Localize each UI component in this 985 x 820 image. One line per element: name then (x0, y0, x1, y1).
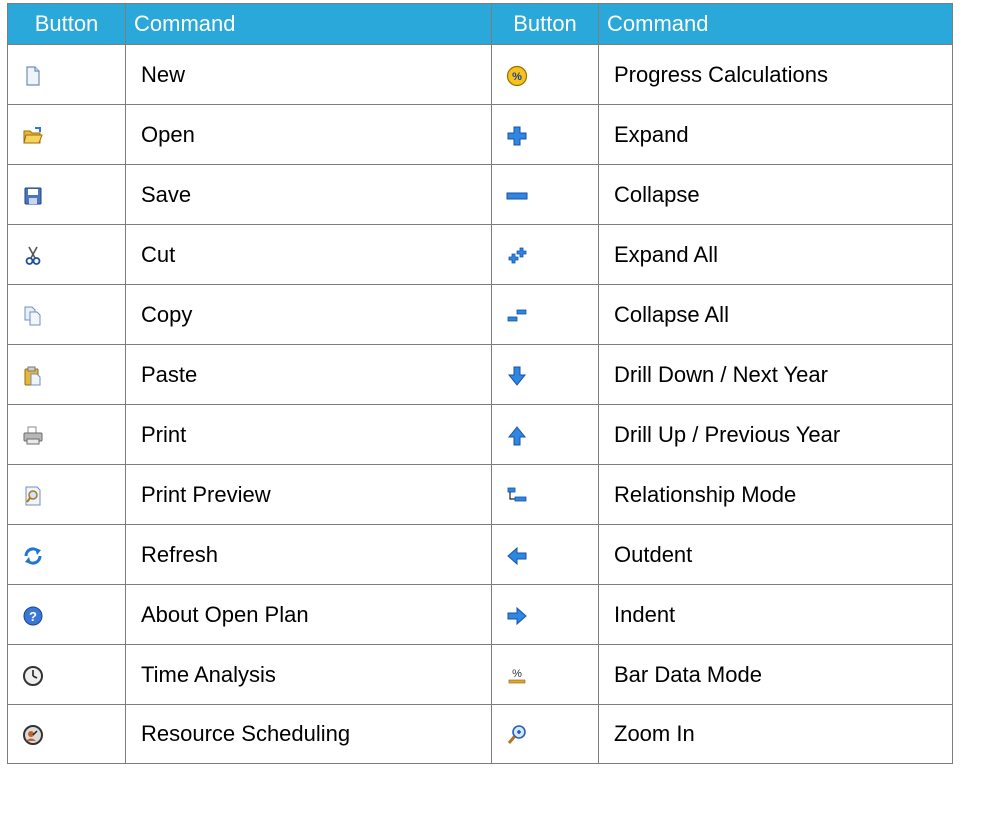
command-cell: Cut (125, 224, 492, 285)
table-row: ? About Open Plan Indent (7, 584, 953, 645)
command-cell: Copy (125, 284, 492, 345)
command-cell: Collapse All (598, 284, 953, 345)
table-row: Print Preview Relationship Mode (7, 464, 953, 525)
zoom-in-magnifier-icon[interactable] (506, 724, 528, 746)
cut-scissors-icon[interactable] (22, 245, 44, 267)
command-cell: New (125, 44, 492, 105)
open-folder-icon[interactable] (22, 125, 44, 147)
new-document-icon[interactable] (22, 65, 44, 87)
arrow-right-icon[interactable] (506, 605, 528, 627)
header-button-col-2: Button (491, 3, 599, 45)
command-cell: Paste (125, 344, 492, 405)
header-command-col-1: Command (125, 3, 492, 45)
button-cell (7, 44, 126, 105)
button-cell (7, 164, 126, 225)
button-cell (7, 104, 126, 165)
button-cell (7, 644, 126, 705)
command-cell: Resource Scheduling (125, 704, 492, 764)
command-cell: Print Preview (125, 464, 492, 525)
table-header-row: Button Command Button Command (7, 3, 953, 45)
command-cell: Print (125, 404, 492, 465)
table-row: Paste Drill Down / Next Year (7, 344, 953, 405)
print-preview-icon[interactable] (22, 485, 44, 507)
relationship-mode-icon[interactable] (506, 485, 528, 507)
button-cell (491, 344, 599, 405)
paste-clipboard-icon[interactable] (22, 365, 44, 387)
button-cell (491, 404, 599, 465)
button-cell (491, 464, 599, 525)
copy-icon[interactable] (22, 305, 44, 327)
svg-text:?: ? (29, 609, 37, 624)
arrow-left-icon[interactable] (506, 545, 528, 567)
table-row: Refresh Outdent (7, 524, 953, 585)
button-cell (491, 104, 599, 165)
command-cell: Zoom In (598, 704, 953, 764)
button-cell (491, 524, 599, 585)
arrow-down-icon[interactable] (506, 365, 528, 387)
refresh-arrows-icon[interactable] (22, 545, 44, 567)
expand-plus-icon[interactable] (506, 125, 528, 147)
command-cell: Bar Data Mode (598, 644, 953, 705)
button-cell: ? (7, 584, 126, 645)
command-cell: Expand (598, 104, 953, 165)
arrow-up-icon[interactable] (506, 425, 528, 447)
header-button-col-1: Button (7, 3, 126, 45)
table-row: Cut Expand All (7, 224, 953, 285)
expand-all-icon[interactable] (506, 245, 528, 267)
button-cell (491, 224, 599, 285)
button-cell (7, 344, 126, 405)
resource-scheduling-icon[interactable] (22, 724, 44, 746)
help-question-icon[interactable]: ? (22, 605, 44, 627)
button-cell (7, 704, 126, 764)
button-cell (491, 584, 599, 645)
button-cell (491, 284, 599, 345)
button-cell (491, 704, 599, 764)
command-cell: Save (125, 164, 492, 225)
table-row: Print Drill Up / Previous Year (7, 404, 953, 465)
progress-calculations-icon[interactable]: % (506, 65, 528, 87)
collapse-minus-icon[interactable] (506, 185, 528, 207)
table-row: Copy Collapse All (7, 284, 953, 345)
command-cell: Drill Up / Previous Year (598, 404, 953, 465)
bar-data-mode-icon[interactable]: % (506, 665, 528, 687)
collapse-all-icon[interactable] (506, 305, 528, 327)
button-cell (7, 524, 126, 585)
time-analysis-clock-icon[interactable] (22, 665, 44, 687)
button-cell: % (491, 44, 599, 105)
button-cell (7, 404, 126, 465)
table-row: Open Expand (7, 104, 953, 165)
command-cell: Expand All (598, 224, 953, 285)
command-cell: Progress Calculations (598, 44, 953, 105)
command-cell: Outdent (598, 524, 953, 585)
printer-icon[interactable] (22, 425, 44, 447)
button-cell: % (491, 644, 599, 705)
command-reference-table: Button Command Button Command New % Prog… (7, 3, 953, 764)
save-disk-icon[interactable] (22, 185, 44, 207)
svg-text:%: % (512, 668, 522, 680)
command-cell: About Open Plan (125, 584, 492, 645)
table-row: New % Progress Calculations (7, 44, 953, 105)
button-cell (7, 224, 126, 285)
header-command-col-2: Command (598, 3, 953, 45)
button-cell (7, 464, 126, 525)
button-cell (491, 164, 599, 225)
table-row: Time Analysis % Bar Data Mode (7, 644, 953, 705)
command-cell: Relationship Mode (598, 464, 953, 525)
table-row: Resource Scheduling Zoom In (7, 704, 953, 764)
command-cell: Refresh (125, 524, 492, 585)
command-cell: Open (125, 104, 492, 165)
command-cell: Collapse (598, 164, 953, 225)
svg-text:%: % (512, 71, 522, 83)
table-row: Save Collapse (7, 164, 953, 225)
button-cell (7, 284, 126, 345)
command-cell: Time Analysis (125, 644, 492, 705)
command-cell: Drill Down / Next Year (598, 344, 953, 405)
command-cell: Indent (598, 584, 953, 645)
